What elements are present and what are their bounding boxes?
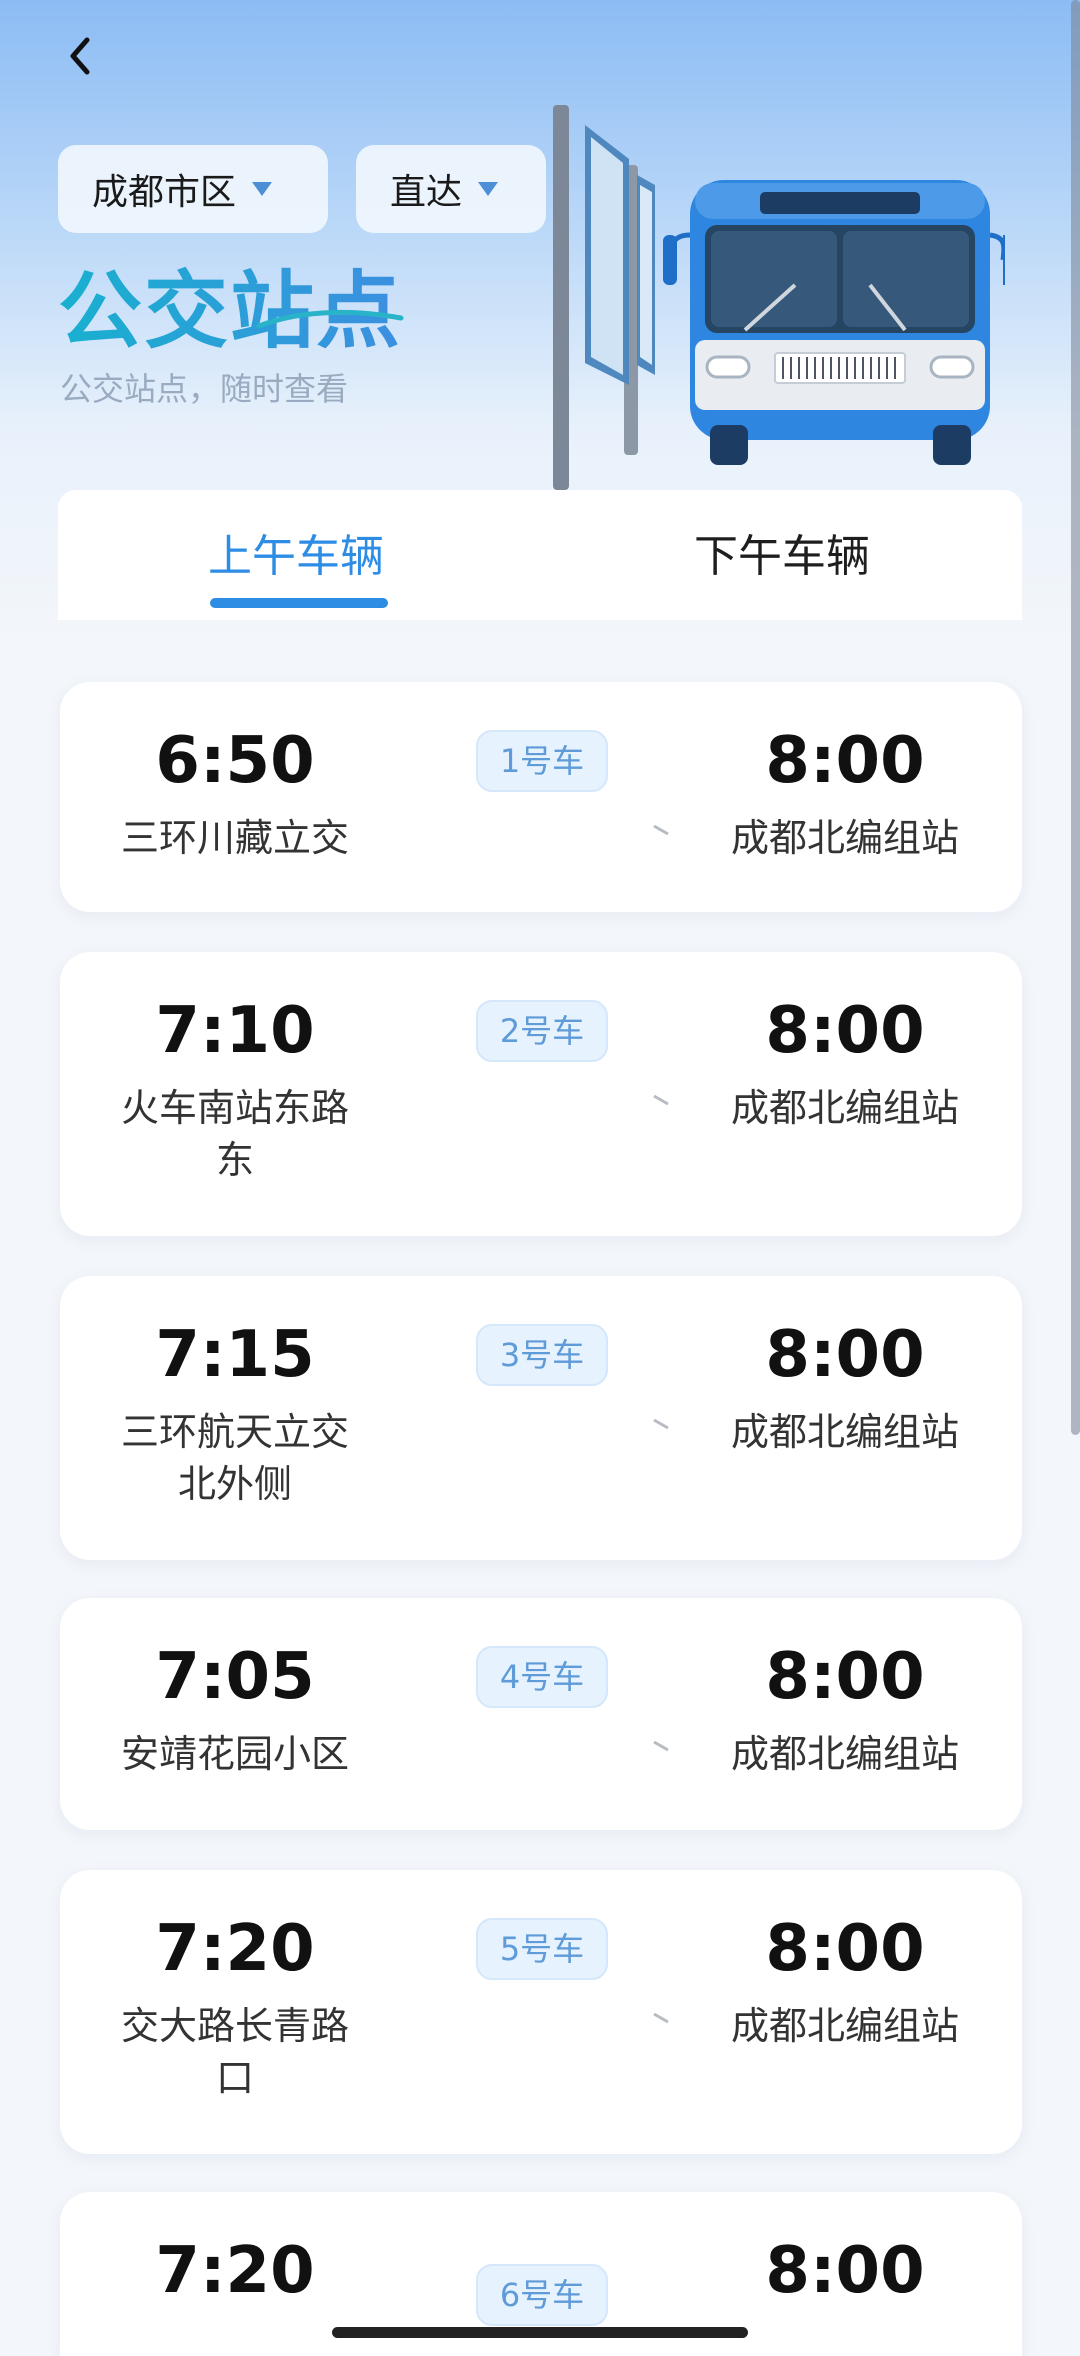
departure-time: 7:10 — [155, 994, 315, 1068]
district-dropdown-label: 成都市区 — [92, 172, 237, 213]
bus-stop-illustration — [553, 105, 1005, 490]
scrollbar[interactable] — [1071, 0, 1080, 1435]
route-arrow-icon — [428, 1094, 669, 1106]
back-button[interactable] — [56, 28, 104, 84]
departure-time: 7:15 — [155, 1318, 315, 1392]
district-dropdown[interactable]: 成都市区 — [58, 145, 328, 233]
bus-number-badge: 1号车 — [476, 730, 608, 792]
route-arrow-icon — [428, 2012, 669, 2024]
departure-time: 7:05 — [155, 1640, 315, 1714]
bus-number-badge: 4号车 — [476, 1646, 608, 1708]
route-arrow-icon — [428, 1740, 669, 1752]
trip-card[interactable]: 7:15 三环航天立交北外侧 3号车 8:00 成都北编组站 — [60, 1276, 1022, 1560]
caret-down-icon — [252, 182, 273, 196]
departure-time: 7:20 — [155, 1912, 315, 1986]
page-subtitle: 公交站点，随时查看 — [60, 370, 349, 408]
chevron-left-icon — [70, 37, 90, 75]
arrival-time: 8:00 — [765, 1318, 925, 1392]
tab-afternoon-buses[interactable]: 下午车辆 — [694, 520, 870, 584]
trip-card[interactable]: 6:50 三环川藏立交 1号车 8:00 成都北编组站 — [60, 682, 1022, 912]
departure-stop: 安靖花园小区 — [120, 1732, 349, 1776]
time-period-tabs: 上午车辆 下午车辆 — [58, 490, 1022, 620]
route-type-dropdown-label: 直达 — [390, 172, 463, 213]
bus-number-badge: 3号车 — [476, 1324, 608, 1386]
trip-card[interactable]: 7:05 安靖花园小区 4号车 8:00 成都北编组站 — [60, 1598, 1022, 1830]
arrival-stop: 成都北编组站 — [730, 816, 959, 860]
departure-time: 6:50 — [155, 724, 315, 798]
trip-card[interactable]: 7:20 交大路长青路口 5号车 8:00 成都北编组站 — [60, 1870, 1022, 2154]
caret-down-icon — [478, 182, 499, 196]
bus-number-badge: 5号车 — [476, 1918, 608, 1980]
bus-number-badge: 2号车 — [476, 1000, 608, 1062]
arrival-time: 8:00 — [765, 1912, 925, 1986]
arrival-stop: 成都北编组站 — [730, 1410, 959, 1454]
arrival-time: 8:00 — [765, 994, 925, 1068]
route-arrow-icon — [428, 824, 669, 836]
home-indicator[interactable] — [332, 2327, 748, 2338]
arrival-stop: 成都北编组站 — [730, 1086, 959, 1130]
departure-stop: 交大路长青路口 — [120, 2004, 349, 2100]
arrival-time: 8:00 — [765, 2234, 925, 2308]
route-arrow-icon — [428, 1418, 669, 1430]
tab-morning-buses[interactable]: 上午车辆 — [208, 520, 384, 584]
title-swoosh-decoration — [256, 309, 404, 329]
active-tab-indicator — [210, 598, 388, 608]
arrival-time: 8:00 — [765, 724, 925, 798]
arrival-time: 8:00 — [765, 1640, 925, 1714]
trip-card[interactable]: 7:10 火车南站东路东 2号车 8:00 成都北编组站 — [60, 952, 1022, 1236]
route-type-dropdown[interactable]: 直达 — [356, 145, 546, 233]
departure-stop: 三环航天立交北外侧 — [120, 1410, 349, 1506]
departure-time: 7:20 — [155, 2234, 315, 2308]
departure-stop: 三环川藏立交 — [120, 816, 349, 860]
arrival-stop: 成都北编组站 — [730, 1732, 959, 1776]
arrival-stop: 成都北编组站 — [730, 2004, 959, 2048]
bus-number-badge: 6号车 — [476, 2264, 608, 2326]
departure-stop: 火车南站东路东 — [120, 1086, 349, 1182]
